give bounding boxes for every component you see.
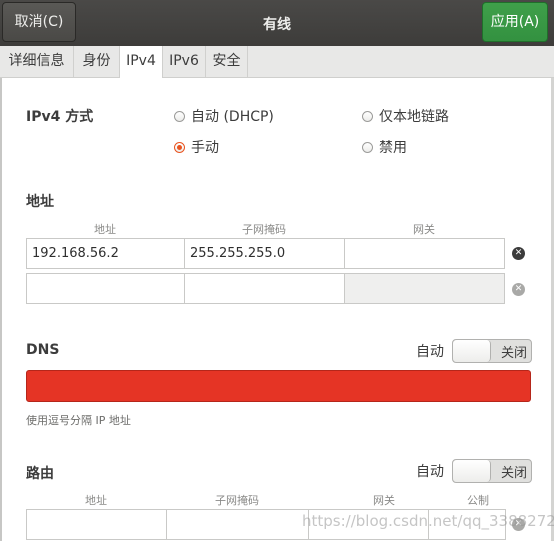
radio-label: 仅本地链路 <box>379 109 449 125</box>
tab-strip: 详细信息 身份 IPv4 IPv6 安全 <box>0 46 554 78</box>
dns-hint-text: 使用逗号分隔 IP 地址 <box>26 414 131 427</box>
tab-ipv4[interactable]: IPv4 <box>119 46 163 78</box>
apply-button[interactable]: 应用(A) <box>482 2 548 42</box>
address-input[interactable] <box>26 273 185 304</box>
tab-security[interactable]: 安全 <box>206 46 248 77</box>
column-header-route-address: 地址 <box>85 494 107 507</box>
netmask-input[interactable]: 255.255.255.0 <box>184 238 345 269</box>
routes-auto-label: 自动 <box>416 464 444 480</box>
column-header-netmask: 子网掩码 <box>242 223 286 236</box>
column-header-route-gateway: 网关 <box>373 494 395 507</box>
dns-auto-toggle: 自动 关闭 <box>416 339 532 363</box>
tab-details[interactable]: 详细信息 <box>0 46 74 77</box>
radio-unchecked-icon[interactable] <box>362 110 373 122</box>
switch-off-label: 关闭 <box>500 346 527 361</box>
address-input[interactable]: 192.168.56.2 <box>26 238 185 269</box>
dns-auto-label: 自动 <box>416 344 444 360</box>
dialog-title: 有线 <box>263 17 291 33</box>
delete-address-icon[interactable]: ✕ <box>512 283 525 296</box>
address-row <box>26 273 506 304</box>
switch-knob[interactable] <box>453 340 491 362</box>
radio-unchecked-icon[interactable] <box>174 110 185 122</box>
tab-ipv6[interactable]: IPv6 <box>163 46 206 77</box>
watermark-text: https://blog.csdn.net/qq_33882729 <box>302 512 554 530</box>
dns-servers-input[interactable] <box>26 370 531 402</box>
radio-unchecked-icon[interactable] <box>362 141 373 153</box>
dns-section-label: DNS <box>26 342 60 358</box>
delete-address-icon[interactable]: ✕ <box>512 247 525 260</box>
radio-auto-dhcp[interactable]: 自动 (DHCP) <box>174 106 274 126</box>
ipv4-method-label: IPv4 方式 <box>26 109 94 125</box>
column-header-gateway: 网关 <box>413 223 435 236</box>
tab-identity[interactable]: 身份 <box>74 46 120 77</box>
route-address-input[interactable] <box>26 509 167 540</box>
routes-section-label: 路由 <box>26 466 54 482</box>
column-header-route-metric: 公制 <box>467 494 489 507</box>
addresses-section-label: 地址 <box>26 194 54 210</box>
header-bar: 取消(C) 有线 应用(A) <box>0 0 554 47</box>
column-header-address: 地址 <box>94 223 116 236</box>
netmask-input[interactable] <box>184 273 345 304</box>
routes-auto-switch[interactable]: 关闭 <box>452 459 532 483</box>
radio-checked-icon[interactable] <box>174 141 185 153</box>
radio-label: 禁用 <box>379 140 407 156</box>
route-netmask-input[interactable] <box>166 509 309 540</box>
switch-off-label: 关闭 <box>500 466 527 481</box>
switch-knob[interactable] <box>453 460 491 482</box>
radio-label: 手动 <box>191 140 219 156</box>
radio-manual[interactable]: 手动 <box>174 137 219 157</box>
radio-label: 自动 (DHCP) <box>191 109 274 125</box>
dns-auto-switch[interactable]: 关闭 <box>452 339 532 363</box>
address-row: 192.168.56.2 255.255.255.0 <box>26 238 506 269</box>
column-header-route-netmask: 子网掩码 <box>215 494 259 507</box>
panel-left-border <box>0 78 2 541</box>
radio-link-local[interactable]: 仅本地链路 <box>362 106 449 126</box>
routes-auto-toggle: 自动 关闭 <box>416 459 532 483</box>
radio-disabled[interactable]: 禁用 <box>362 137 407 157</box>
gateway-input[interactable] <box>344 238 505 269</box>
gateway-input[interactable] <box>344 273 505 304</box>
